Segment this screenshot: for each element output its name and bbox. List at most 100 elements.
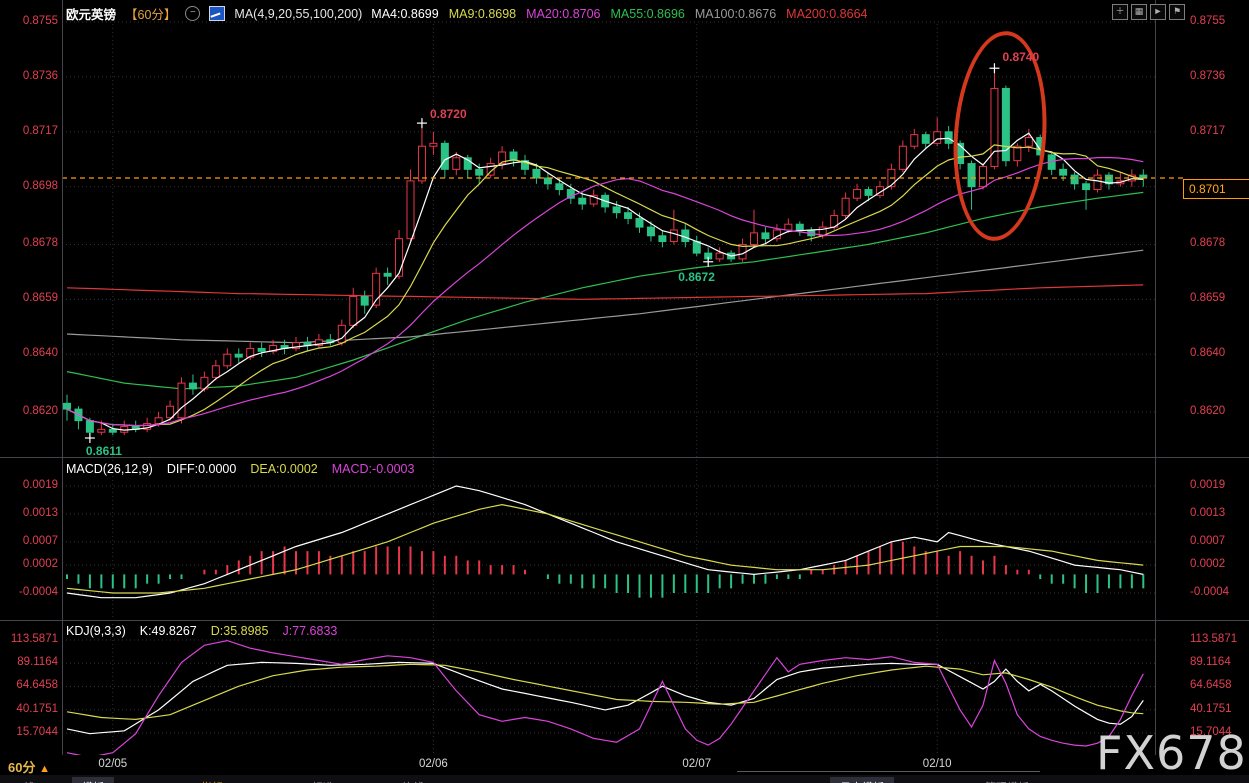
candle-body — [350, 296, 357, 325]
candle-body — [647, 227, 654, 236]
grid-chart-icon[interactable]: ▦ — [1131, 4, 1147, 20]
candle-body — [762, 233, 769, 239]
macd-title: MACD(26,12,9) — [66, 462, 153, 476]
flag-icon[interactable]: ⚑ — [1169, 4, 1185, 20]
kdj-axis-label-left: 15.7044 — [2, 726, 58, 738]
play-chart-icon[interactable]: ► — [1150, 4, 1166, 20]
macd-axis-label-left: 0.0019 — [2, 479, 58, 491]
candle-body — [911, 135, 918, 147]
candle-body — [899, 146, 906, 169]
bottom-tab-bar: K线 模板 ATR指标 标准 均线 日内模板 管理模板 — [0, 775, 1249, 783]
candle-body — [716, 253, 723, 259]
candle-body — [922, 135, 929, 144]
candle-body — [659, 236, 666, 242]
candle-body — [533, 169, 540, 178]
series-line — [67, 250, 1143, 343]
candle-body — [1071, 175, 1078, 184]
y-axis-label-right: 0.8620 — [1190, 405, 1225, 417]
y-axis-label-left: 0.8659 — [2, 292, 58, 304]
candle-body — [579, 198, 586, 204]
candle-body — [613, 207, 620, 213]
collapse-icon[interactable]: − — [185, 6, 200, 21]
bottom-tab-日内模板[interactable]: 日内模板 — [830, 777, 894, 783]
bottom-tab-管理模板[interactable]: 管理模板 — [975, 777, 1039, 783]
candle-body — [224, 354, 231, 366]
ma-value-label: MA4:0.8699 — [371, 7, 438, 21]
left-axis-border — [62, 0, 63, 775]
ma-params-label: MA(4,9,20,55,100,200) — [234, 7, 362, 21]
ma-value-label: MA55:0.8696 — [611, 7, 685, 21]
candle-body — [751, 233, 758, 245]
macd-axis-label-right: 0.0002 — [1190, 558, 1225, 570]
kdj-axis-label-right: 40.1751 — [1190, 703, 1232, 715]
y-axis-label-left: 0.8755 — [2, 15, 58, 27]
kdj-j-value: J:77.6833 — [282, 624, 337, 638]
candle-body — [258, 348, 265, 351]
bottom-tab-ATR指标[interactable]: ATR指标 — [170, 777, 233, 783]
candle-body — [212, 366, 219, 378]
y-axis-label-left: 0.8698 — [2, 180, 58, 192]
kdj-axis-label-right: 89.1164 — [1190, 656, 1231, 668]
y-axis-label-right: 0.8640 — [1190, 347, 1225, 359]
macd-axis-label-left: 0.0002 — [2, 558, 58, 570]
bottom-tab-均线[interactable]: 均线 — [392, 777, 434, 783]
price-annotation: 0.8740 — [1002, 50, 1039, 64]
up-arrow-icon: ▲ — [39, 763, 50, 775]
bottom-tab-模板[interactable]: 模板 — [72, 777, 114, 783]
y-axis-label-right: 0.8659 — [1190, 292, 1225, 304]
candle-body — [682, 230, 689, 242]
x-axis-date-label: 02/07 — [682, 758, 711, 770]
macd-kdj-divider — [0, 620, 1249, 621]
kdj-axis-label-left: 113.5871 — [2, 633, 58, 645]
candle-body — [1094, 175, 1101, 189]
trading-app-window: 欧元英镑 【60分】 − MA(4,9,20,55,100,200) MA4:0… — [0, 0, 1249, 783]
kdj-title: KDJ(9,3,3) — [66, 624, 126, 638]
main-macd-divider — [0, 457, 1249, 458]
candle-body — [384, 273, 391, 276]
ma-value-label: MA20:0.8706 — [526, 7, 600, 21]
kdj-axis-label-right: 113.5871 — [1190, 633, 1237, 645]
macd-axis-label-right: -0.0004 — [1190, 586, 1229, 598]
macd-axis-label-left: 0.0013 — [2, 507, 58, 519]
candle-body — [441, 143, 448, 169]
series-line — [67, 662, 1143, 733]
h-scrollbar[interactable] — [737, 771, 1040, 772]
candle-body — [86, 421, 93, 433]
macd-axis-label-right: 0.0013 — [1190, 507, 1225, 519]
candle-body — [796, 224, 803, 230]
y-axis-label-right: 0.8717 — [1190, 125, 1225, 137]
right-axis-border — [1155, 0, 1156, 755]
y-axis-label-left: 0.8640 — [2, 347, 58, 359]
bottom-tab-K线[interactable]: K线 — [6, 777, 44, 783]
chart-toolbar: ＋▦►⚑ — [1112, 4, 1185, 20]
macd-axis-label-left: -0.0004 — [2, 586, 58, 598]
candle-body — [396, 239, 403, 277]
candle-body — [476, 169, 483, 175]
kdj-axis-label-left: 64.6458 — [2, 679, 58, 691]
y-axis-label-right: 0.8755 — [1190, 15, 1225, 27]
x-axis-date-label: 02/05 — [98, 758, 127, 770]
kdj-axis-label-left: 89.1164 — [2, 656, 58, 668]
macd-header: MACD(26,12,9) DIFF:0.0000 DEA:0.0002 MAC… — [66, 462, 414, 476]
candle-body — [64, 403, 71, 409]
candle-body — [361, 296, 368, 305]
candle-body — [430, 143, 437, 146]
candle-body — [338, 325, 345, 342]
candle-body — [544, 178, 551, 184]
macd-axis-label-right: 0.0019 — [1190, 479, 1225, 491]
candle-body — [189, 383, 196, 389]
kdj-k-value: K:49.8267 — [140, 624, 197, 638]
candle-body — [98, 429, 105, 432]
macd-axis-label-left: 0.0007 — [2, 535, 58, 547]
chart-logo-icon[interactable] — [209, 6, 225, 21]
candle-body — [865, 190, 872, 196]
candle-body — [945, 132, 952, 144]
bottom-tab-标准[interactable]: 标准 — [302, 777, 344, 783]
candle-body — [1060, 169, 1067, 175]
candle-body — [625, 213, 632, 219]
timeframe-corner[interactable]: 60分 ▲ — [8, 757, 50, 776]
ma-value-label: MA9:0.8698 — [449, 7, 516, 21]
fx678-watermark: FX678 — [1096, 726, 1247, 780]
crosshair-icon[interactable]: ＋ — [1112, 4, 1128, 20]
timeframe-label: 【60分】 — [125, 4, 176, 23]
